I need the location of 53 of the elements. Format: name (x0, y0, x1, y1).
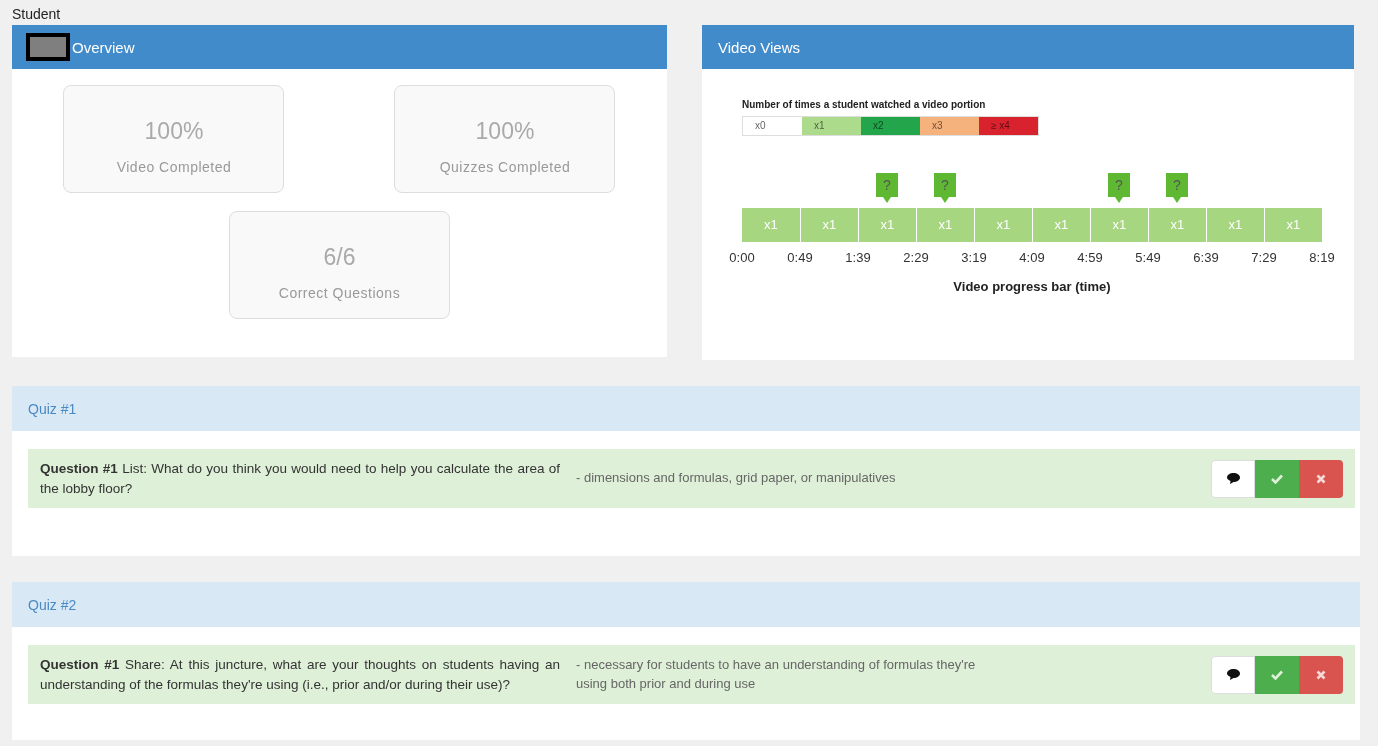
time-tick: 5:49 (1134, 250, 1162, 265)
progress-segment: x1 (916, 208, 974, 242)
page-title: Student (12, 6, 62, 22)
stat-label: Quizzes Completed (439, 159, 571, 175)
speech-bubble-icon (1226, 669, 1240, 681)
progress-segment: x1 (1264, 208, 1322, 242)
time-tick: 1:39 (844, 250, 872, 265)
answer-text: - necessary for students to have an understanding of formulas they're using both prior and during use (576, 655, 977, 693)
check-icon (1271, 473, 1283, 484)
time-tick: 2:29 (902, 250, 930, 265)
progress-segment: x1 (800, 208, 858, 242)
progress-segment: x1 (858, 208, 916, 242)
quiz-title: Quiz #1 (28, 400, 77, 417)
time-tick: 0:00 (728, 250, 756, 265)
progress-segment: x1 (1206, 208, 1264, 242)
stat-value: 100% (475, 118, 535, 145)
time-tick: 0:49 (786, 250, 814, 265)
question-text: Question #1 List: What do you think you would need to help you calculate the area of the lobby floor? (40, 460, 560, 498)
time-tick: 8:19 (1308, 250, 1336, 265)
stat-value: 6/6 (323, 244, 356, 271)
stat-label: Correct Questions (278, 285, 401, 301)
time-tick: 4:09 (1018, 250, 1046, 265)
time-tick: 3:19 (960, 250, 988, 265)
comment-button[interactable] (1211, 459, 1255, 498)
panel-title: Overview (72, 38, 135, 56)
check-icon (1271, 669, 1283, 680)
stat-label: Video Completed (116, 159, 232, 175)
progress-segment: x1 (742, 208, 800, 242)
progress-segment: x1 (1090, 208, 1148, 242)
redaction-mark (26, 33, 70, 61)
answer-text: - dimensions and formulas, grid paper, or manipulatives (576, 469, 897, 488)
progress-segment: x1 (1148, 208, 1206, 242)
time-tick: 6:39 (1192, 250, 1220, 265)
stat-value: 100% (144, 118, 204, 145)
legend-swatch: x1 (802, 117, 861, 135)
progress-segment: x1 (1032, 208, 1090, 242)
axis-title: Video progress bar (time) (952, 279, 1112, 294)
reject-button[interactable] (1299, 655, 1343, 694)
legend-swatch: x2 (861, 117, 920, 135)
time-tick: 7:29 (1250, 250, 1278, 265)
panel-title: Video Views (718, 38, 800, 56)
quiz-title: Quiz #2 (28, 596, 77, 613)
question-text: Question #1 Share: At this juncture, what are your thoughts on students having an understanding of the formulas they're using (i.e., prior and/or during their use)? (40, 656, 560, 694)
legend-title: Number of times a student watched a video portion (742, 99, 987, 110)
speech-bubble-icon (1226, 473, 1240, 485)
comment-button[interactable] (1211, 655, 1255, 694)
reject-button[interactable] (1299, 459, 1343, 498)
close-icon (1316, 669, 1326, 680)
close-icon (1316, 473, 1326, 484)
legend-swatch: x3 (920, 117, 979, 135)
progress-segment: x1 (974, 208, 1032, 242)
legend-swatch: ≥ x4 (979, 117, 1038, 135)
time-tick: 4:59 (1076, 250, 1104, 265)
